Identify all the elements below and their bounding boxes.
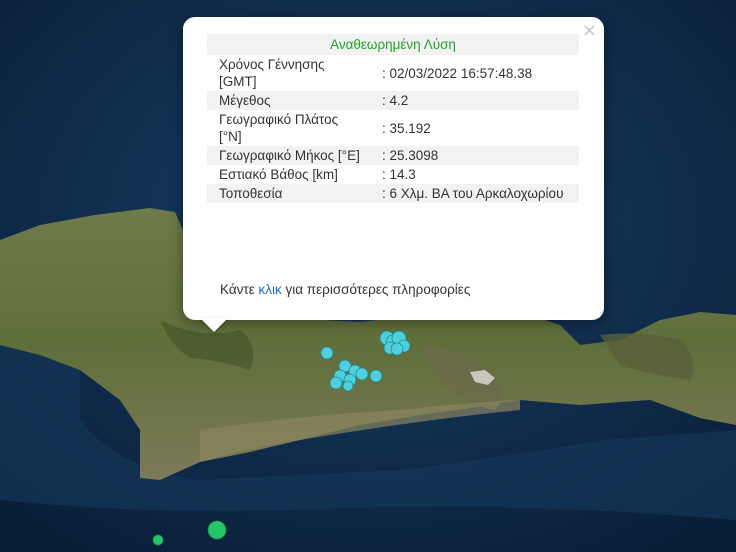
- earthquake-marker[interactable]: [355, 367, 369, 381]
- earthquake-marker[interactable]: [152, 534, 164, 546]
- magnitude-label: Μέγεθος: [207, 91, 376, 110]
- table-row: Μέγεθος : 4.2: [207, 91, 579, 110]
- table-row: Γεωγραφικό Μήκος [°E] : 25.3098: [207, 146, 579, 165]
- earthquake-marker[interactable]: [390, 342, 404, 356]
- table-row: Χρόνος Γέννησης [GMT] : 02/03/2022 16:57…: [207, 55, 579, 91]
- more-info-line: Κάντε κλικ για περισσότερες πληροφορίες: [220, 282, 470, 297]
- earthquake-marker[interactable]: [207, 520, 227, 540]
- earthquake-marker[interactable]: [329, 376, 343, 390]
- latitude-value: : 35.192: [376, 110, 579, 146]
- longitude-label: Γεωγραφικό Μήκος [°E]: [207, 146, 376, 165]
- magnitude-value: : 4.2: [376, 91, 579, 110]
- close-icon[interactable]: ×: [582, 19, 597, 43]
- earthquake-marker[interactable]: [320, 346, 334, 360]
- earthquake-details-table: Αναθεωρημένη Λύση Χρόνος Γέννησης [GMT] …: [207, 34, 579, 203]
- popup-title: Αναθεωρημένη Λύση: [207, 34, 579, 55]
- table-row: Αναθεωρημένη Λύση: [207, 34, 579, 55]
- popup-tip: [200, 318, 228, 332]
- earthquake-info-popup: × Αναθεωρημένη Λύση Χρόνος Γέννησης [GMT…: [183, 17, 604, 320]
- depth-label: Εστιακό Βάθος [km]: [207, 165, 376, 184]
- location-value: : 6 Χλμ. ΒΑ του Αρκαλοχωρίου: [376, 184, 579, 203]
- longitude-value: : 25.3098: [376, 146, 579, 165]
- more-info-prefix: Κάντε: [220, 282, 259, 297]
- table-row: Εστιακό Βάθος [km] : 14.3: [207, 165, 579, 184]
- depth-value: : 14.3: [376, 165, 579, 184]
- location-label: Τοποθεσία: [207, 184, 376, 203]
- table-row: Τοποθεσία : 6 Χλμ. ΒΑ του Αρκαλοχωρίου: [207, 184, 579, 203]
- more-info-suffix: για περισσότερες πληροφορίες: [281, 282, 471, 297]
- earthquake-marker[interactable]: [342, 380, 354, 392]
- earthquake-marker[interactable]: [369, 369, 383, 383]
- table-row: Γεωγραφικό Πλάτος [°N] : 35.192: [207, 110, 579, 146]
- origin-time-value: : 02/03/2022 16:57:48.38: [376, 55, 579, 91]
- latitude-label: Γεωγραφικό Πλάτος [°N]: [207, 110, 376, 146]
- origin-time-label: Χρόνος Γέννησης [GMT]: [207, 55, 376, 91]
- more-info-link[interactable]: κλικ: [259, 282, 282, 297]
